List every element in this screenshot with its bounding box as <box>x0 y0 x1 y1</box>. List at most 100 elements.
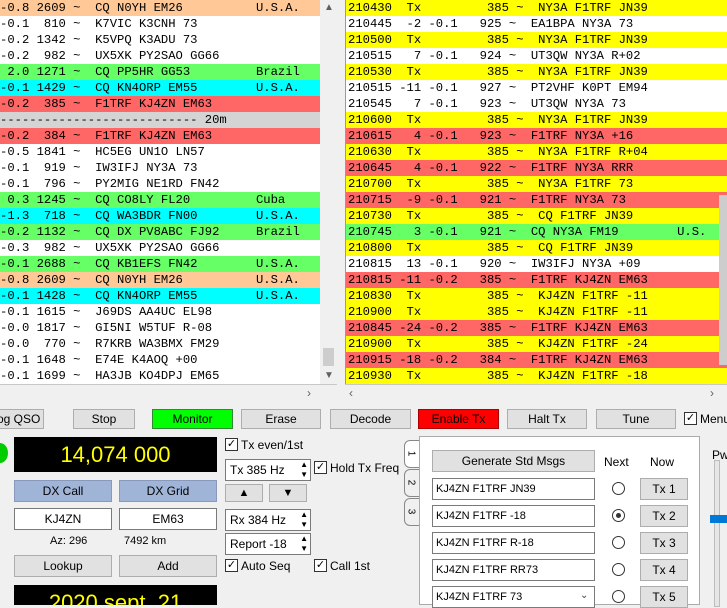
erase-button[interactable]: Erase <box>241 409 321 429</box>
decode-row[interactable]: 210430 Tx 385 ~ NY3A F1TRF JN39 <box>346 0 727 16</box>
decode-row[interactable]: 210530 Tx 385 ~ NY3A F1TRF JN39 <box>346 64 727 80</box>
scroll-right-icon[interactable]: › <box>710 386 714 400</box>
decode-row[interactable]: -0.8 2609 ~ CQ N0YH EM26 U.S.A. <box>0 0 320 16</box>
halt-tx-button[interactable]: Halt Tx <box>507 409 587 429</box>
stop-button[interactable]: Stop <box>73 409 135 429</box>
tx-even-checkbox[interactable]: ✓ <box>225 438 238 451</box>
report-spinbox[interactable]: Report -18 ▲ ▼ <box>225 533 311 555</box>
next-radio[interactable] <box>612 563 625 576</box>
tab-1[interactable]: 1 <box>404 440 420 468</box>
decode-row[interactable]: -0.1 1648 ~ E74E K4AOQ +00 <box>0 352 320 368</box>
decode-row[interactable]: 210930 Tx 385 ~ KJ4ZN F1TRF -18 <box>346 368 727 384</box>
decode-row[interactable]: 210845 -24 -0.2 385 ~ F1TRF KJ4ZN EM63 <box>346 320 727 336</box>
decode-row[interactable]: -0.1 810 ~ K7VIC K3CNH 73 <box>0 16 320 32</box>
next-radio[interactable] <box>612 482 625 495</box>
decode-row[interactable]: 210500 Tx 385 ~ NY3A F1TRF JN39 <box>346 32 727 48</box>
decode-row[interactable]: -1.3 718 ~ CQ WA3BDR FN00 U.S.A. <box>0 208 320 224</box>
freq-up-button[interactable]: ▲ <box>225 484 263 502</box>
decode-row[interactable]: 210515 7 -0.1 924 ~ UT3QW NY3A R+02 <box>346 48 727 64</box>
decode-row[interactable]: 210600 Tx 385 ~ NY3A F1TRF JN39 <box>346 112 727 128</box>
tx-message-field[interactable]: KJ4ZN F1TRF R-18 <box>432 532 595 554</box>
next-radio[interactable] <box>612 536 625 549</box>
decode-row[interactable]: 210745 3 -0.1 921 ~ CQ NY3A FM19 U.S. <box>346 224 727 240</box>
next-radio[interactable] <box>612 509 625 522</box>
tab-2[interactable]: 2 <box>404 469 420 497</box>
decode-row[interactable]: --------------------------- 20m <box>0 112 320 128</box>
decode-row[interactable]: -0.2 384 ~ F1TRF KJ4ZN EM63 <box>0 128 320 144</box>
decode-row[interactable]: 210615 4 -0.1 923 ~ F1TRF NY3A +16 <box>346 128 727 144</box>
lookup-button[interactable]: Lookup <box>14 555 112 577</box>
pwr-slider-track[interactable] <box>714 460 720 607</box>
decode-row[interactable]: 210445 -2 -0.1 925 ~ EA1BPA NY3A 73 <box>346 16 727 32</box>
tx-freq-spinbox[interactable]: Tx 385 Hz ▲ ▼ <box>225 459 311 481</box>
chevron-down-icon[interactable]: ⌄ <box>580 590 588 601</box>
rx-frequency-scroll-thumb[interactable] <box>719 195 727 365</box>
decode-row[interactable]: 210830 Tx 385 ~ KJ4ZN F1TRF -11 <box>346 288 727 304</box>
dx-call-button[interactable]: DX Call <box>14 480 112 502</box>
tx-now-button[interactable]: Tx 1 <box>640 478 688 500</box>
hold-tx-freq-checkbox[interactable]: ✓ <box>314 461 327 474</box>
decode-row[interactable]: -0.0 770 ~ R7KRB WA3BMX FM29 <box>0 336 320 352</box>
decode-row[interactable]: -0.2 385 ~ F1TRF KJ4ZN EM63 <box>0 96 320 112</box>
decode-row[interactable]: -0.1 919 ~ IW3IFJ NY3A 73 <box>0 160 320 176</box>
band-activity-list[interactable]: -0.8 2609 ~ CQ N0YH EM26 U.S.A. -0.1 810 … <box>0 0 320 384</box>
add-button[interactable]: Add <box>119 555 217 577</box>
decode-row[interactable]: -0.1 1615 ~ J69DS AA4UC EL98 <box>0 304 320 320</box>
decode-row[interactable]: 210515 -11 -0.1 927 ~ PT2VHF K0PT EM94 <box>346 80 727 96</box>
band-activity-vscrollbar[interactable]: ▲ ▼ <box>320 0 337 384</box>
spin-arrows-icon[interactable]: ▲ ▼ <box>300 510 308 530</box>
decode-row[interactable]: -0.2 1342 ~ K5VPQ K3ADU 73 <box>0 32 320 48</box>
decode-row[interactable]: -0.1 2688 ~ CQ KB1EFS FN42 U.S.A. <box>0 256 320 272</box>
rx-freq-spinbox[interactable]: Rx 384 Hz ▲ ▼ <box>225 509 311 531</box>
decode-row[interactable]: -0.5 1841 ~ HC5EG UN1O LN57 <box>0 144 320 160</box>
spin-arrows-icon[interactable]: ▲ ▼ <box>300 460 308 480</box>
scroll-up-icon[interactable]: ▲ <box>324 2 334 13</box>
call-1st-checkbox[interactable]: ✓ <box>314 559 327 572</box>
scroll-down-icon[interactable]: ▼ <box>324 370 334 381</box>
tx-now-button[interactable]: Tx 3 <box>640 532 688 554</box>
scroll-right-icon[interactable]: › <box>307 386 311 400</box>
spin-arrows-icon[interactable]: ▲ ▼ <box>300 534 308 554</box>
next-radio[interactable] <box>612 590 625 603</box>
scroll-left-icon[interactable]: ‹ <box>349 386 353 400</box>
dx-call-field[interactable]: KJ4ZN <box>14 508 112 530</box>
monitor-button[interactable]: Monitor <box>152 409 233 429</box>
decode-row[interactable]: 210900 Tx 385 ~ KJ4ZN F1TRF -24 <box>346 336 727 352</box>
decode-row[interactable]: 210915 -18 -0.2 384 ~ F1TRF KJ4ZN EM63 <box>346 352 727 368</box>
decode-row[interactable]: -0.1 1428 ~ CQ KN4ORP EM55 U.S.A. <box>0 288 320 304</box>
tx-now-button[interactable]: Tx 4 <box>640 559 688 581</box>
tx-message-field[interactable]: KJ4ZN F1TRF -18 <box>432 505 595 527</box>
decode-row[interactable]: 2.0 1271 ~ CQ PP5HR GG53 Brazil <box>0 64 320 80</box>
decode-row[interactable]: 210815 -11 -0.2 385 ~ F1TRF KJ4ZN EM63 <box>346 272 727 288</box>
decode-row[interactable]: 210815 13 -0.1 920 ~ IW3IFJ NY3A +09 <box>346 256 727 272</box>
enable-tx-button[interactable]: Enable Tx <box>418 409 499 429</box>
decode-row[interactable]: 210730 Tx 385 ~ CQ F1TRF JN39 <box>346 208 727 224</box>
decode-row[interactable]: 210700 Tx 385 ~ NY3A F1TRF 73 <box>346 176 727 192</box>
decode-row[interactable]: 0.3 1245 ~ CQ CO8LY FL20 Cuba <box>0 192 320 208</box>
decode-row[interactable]: 210545 7 -0.1 923 ~ UT3QW NY3A 73 <box>346 96 727 112</box>
decode-row[interactable]: 210715 -9 -0.1 921 ~ F1TRF NY3A 73 <box>346 192 727 208</box>
scroll-thumb[interactable] <box>323 348 334 366</box>
decode-row[interactable]: -0.8 2609 ~ CQ N0YH EM26 U.S.A. <box>0 272 320 288</box>
decode-row[interactable]: 210645 4 -0.1 922 ~ F1TRF NY3A RRR <box>346 160 727 176</box>
decode-button[interactable]: Decode <box>330 409 411 429</box>
tx-message-field[interactable]: KJ4ZN F1TRF JN39 <box>432 478 595 500</box>
decode-row[interactable]: -0.0 1817 ~ GI5NI W5TUF R-08 <box>0 320 320 336</box>
log-qso-button[interactable]: og QSO <box>0 409 44 429</box>
dial-frequency-display[interactable]: 14,074 000 <box>14 437 217 472</box>
decode-row[interactable]: 210800 Tx 385 ~ CQ F1TRF JN39 <box>346 240 727 256</box>
decode-row[interactable]: -0.1 1429 ~ CQ KN4ORP EM55 U.S.A. <box>0 80 320 96</box>
rx-frequency-hscrollbar[interactable]: ‹ › <box>345 384 727 402</box>
freq-down-button[interactable]: ▼ <box>269 484 307 502</box>
menus-checkbox[interactable]: ✓ <box>684 412 697 425</box>
auto-seq-checkbox[interactable]: ✓ <box>225 559 238 572</box>
generate-std-msgs-button[interactable]: Generate Std Msgs <box>432 450 595 472</box>
rx-frequency-list[interactable]: 210430 Tx 385 ~ NY3A F1TRF JN39 210445 -2… <box>345 0 727 384</box>
pwr-slider-thumb[interactable] <box>710 515 727 523</box>
decode-row[interactable]: -0.3 982 ~ UX5XK PY2SAO GG66 <box>0 240 320 256</box>
band-activity-hscrollbar[interactable]: › <box>0 384 337 402</box>
tx-message-field[interactable]: KJ4ZN F1TRF RR73 <box>432 559 595 581</box>
tab-3[interactable]: 3 <box>404 498 420 526</box>
tx-now-button[interactable]: Tx 2 <box>640 505 688 527</box>
decode-row[interactable]: -0.2 1132 ~ CQ DX PV8ABC FJ92 Brazil <box>0 224 320 240</box>
